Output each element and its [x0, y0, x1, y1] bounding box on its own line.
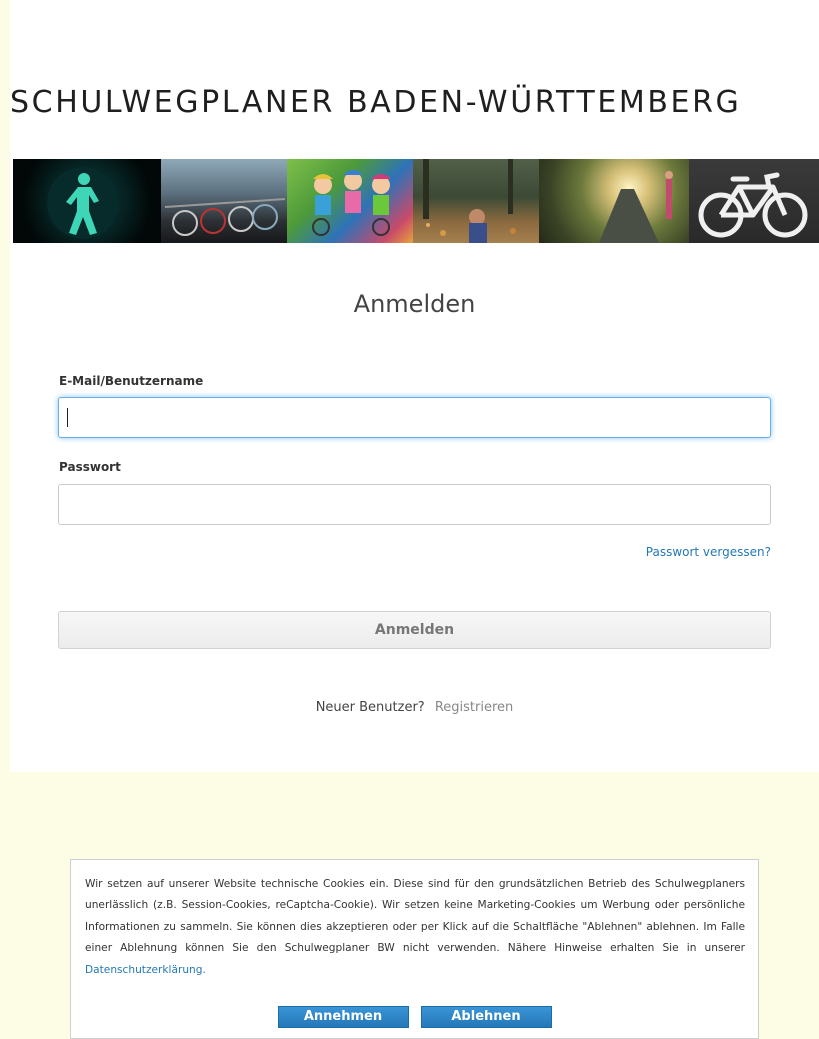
cookie-notice-text: Wir setzen auf unserer Website technisch…	[85, 874, 745, 981]
decline-cookies-button[interactable]: Ablehnen	[420, 1006, 552, 1028]
text-cursor	[67, 408, 68, 427]
register-row: Neuer Benutzer? Registrieren	[10, 700, 819, 715]
banner-tile-bike-lane	[689, 159, 819, 243]
children-cycling-icon	[312, 170, 391, 236]
cookie-consent-banner: Wir setzen auf unserer Website technisch…	[70, 859, 759, 1039]
banner-tile-traffic-light	[13, 159, 161, 243]
traffic-light-figure-icon	[47, 167, 119, 239]
site-title: SCHULWEGPLANER BADEN-WÜRTTEMBERG	[10, 85, 742, 120]
email-input[interactable]	[58, 397, 771, 438]
header-banner	[13, 159, 819, 243]
sunlit-path-icon	[599, 171, 673, 243]
email-label: E-Mail/Benutzername	[59, 374, 204, 388]
cookie-notice-body: Wir setzen auf unserer Website technisch…	[85, 878, 745, 955]
privacy-policy-link[interactable]: Datenschutzerklärung.	[85, 964, 206, 976]
login-heading: Anmelden	[353, 290, 476, 318]
forgot-password-link[interactable]: Passwort vergessen?	[646, 545, 771, 559]
bicycle-rack-icon	[165, 198, 285, 236]
autumn-path-icon	[423, 159, 516, 243]
banner-tile-bike-rack	[161, 159, 287, 243]
banner-tile-children-cycling	[287, 159, 413, 243]
cookie-button-row: Annehmen Ablehnen	[71, 1006, 758, 1028]
login-button[interactable]: Anmelden	[58, 611, 771, 649]
bicycle-lane-icon	[698, 172, 808, 238]
new-user-text: Neuer Benutzer?	[315, 700, 425, 715]
banner-tile-autumn-path	[413, 159, 539, 243]
password-label: Passwort	[59, 460, 121, 474]
banner-tile-sunlit-path	[539, 159, 689, 243]
register-link[interactable]: Registrieren	[435, 700, 513, 715]
password-input[interactable]	[58, 484, 771, 525]
accept-cookies-button[interactable]: Annehmen	[277, 1006, 409, 1028]
